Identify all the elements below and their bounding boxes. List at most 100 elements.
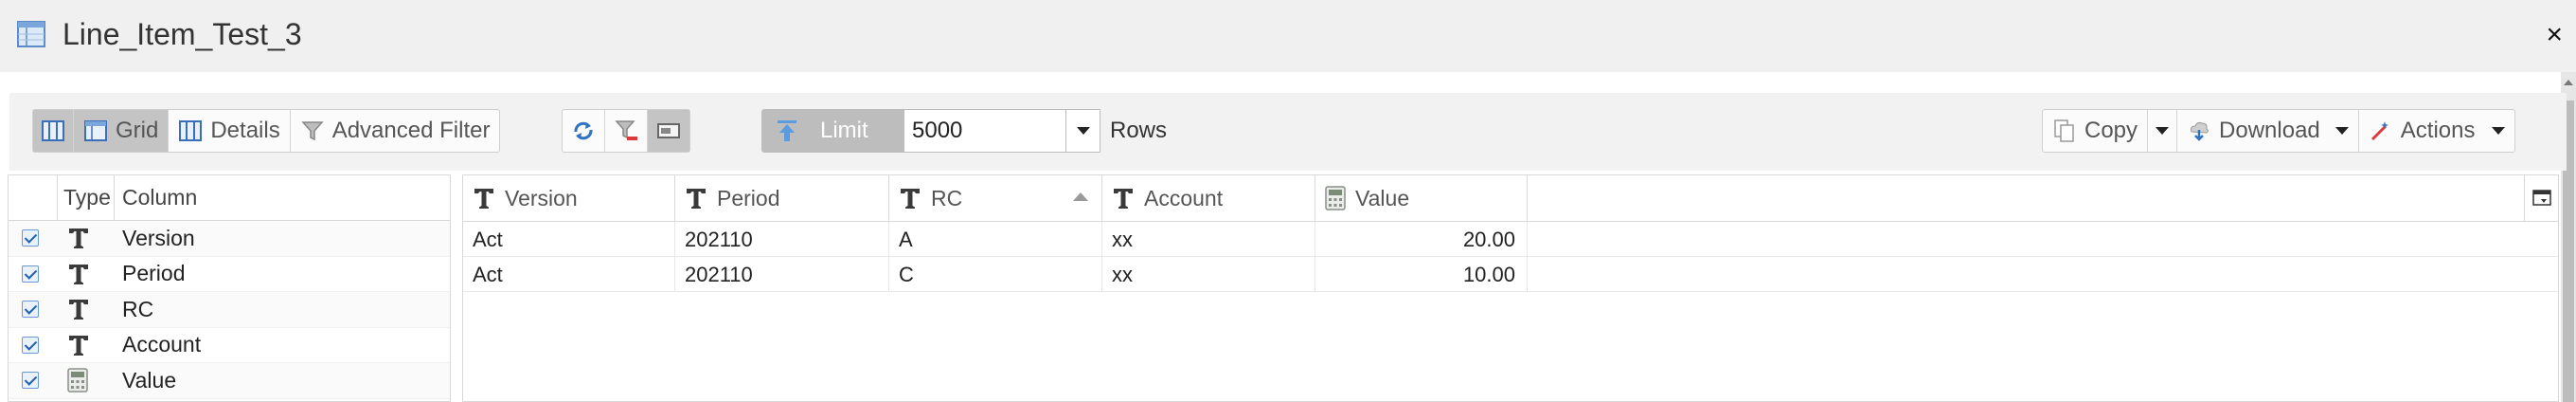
title-bar: Line_Item_Test_3 × xyxy=(0,0,2576,72)
refresh-icon xyxy=(574,121,593,140)
scroll-up-arrow-icon[interactable] xyxy=(2564,80,2573,85)
refresh-button[interactable] xyxy=(563,110,605,152)
column-panel-header: Type Column xyxy=(9,175,450,221)
column-type-cell xyxy=(58,368,115,393)
text-type-icon xyxy=(69,335,88,356)
download-icon xyxy=(2191,121,2209,141)
grid-column-header-account[interactable]: Account xyxy=(1102,175,1315,221)
column-list-item[interactable]: Account xyxy=(9,328,450,363)
funnel-icon xyxy=(301,121,324,141)
grid-column-title: Account xyxy=(1144,185,1224,210)
table-cell-rc[interactable]: A xyxy=(889,222,1102,257)
column-list-item[interactable]: Period xyxy=(9,257,450,292)
download-button[interactable]: Download xyxy=(2177,110,2359,152)
clear-filter-button[interactable] xyxy=(605,110,648,152)
toolbar: Grid Details Advanced Filter Limit 5000 … xyxy=(9,93,2567,171)
grid-column-title: Version xyxy=(505,185,578,210)
column-list: Version Period RC Account Value xyxy=(9,221,450,399)
grid-column-menu-button[interactable] xyxy=(2524,175,2558,221)
export-actions-group: Copy Download Actions xyxy=(2042,109,2516,153)
column-name: Value xyxy=(122,367,177,393)
table-cell-value[interactable]: 20.00 xyxy=(1315,222,1528,257)
text-type-icon xyxy=(474,189,493,209)
table-cell-account[interactable]: xx xyxy=(1102,257,1315,292)
column-chooser-icon xyxy=(2531,190,2551,206)
data-grid: Version Period RC Account Value Act 20211… xyxy=(462,174,2559,402)
column-list-item[interactable]: Version xyxy=(9,221,450,257)
limit-dropdown[interactable] xyxy=(1066,109,1100,153)
grid-label: Grid xyxy=(116,118,159,143)
actions-label: Actions xyxy=(2400,118,2476,143)
column-type-cell xyxy=(58,333,115,357)
chevron-down-icon xyxy=(1076,127,1090,135)
column-type-cell xyxy=(58,297,115,321)
table-cell-period[interactable]: 202110 xyxy=(675,257,889,292)
advanced-filter-button[interactable]: Advanced Filter xyxy=(291,110,500,152)
table-cell-period[interactable]: 202110 xyxy=(675,222,889,257)
type-header: Type xyxy=(58,175,115,220)
grid-column-title: Value xyxy=(1355,185,1410,210)
copy-button[interactable]: Copy xyxy=(2043,110,2149,152)
column-type-cell xyxy=(58,226,115,250)
details-view-button[interactable]: Details xyxy=(169,110,291,152)
text-type-icon xyxy=(69,300,88,320)
column-visible-checkbox[interactable] xyxy=(22,301,39,319)
column-name: Version xyxy=(122,225,195,250)
table-cell-account[interactable]: xx xyxy=(1102,222,1315,257)
window-title: Line_Item_Test_3 xyxy=(63,17,302,51)
column-selector-panel: Type Column Version Period RC Account Va… xyxy=(8,174,451,402)
column-visible-checkbox[interactable] xyxy=(22,229,39,247)
limit-label: Limit xyxy=(820,118,868,143)
table-cell-rc[interactable]: C xyxy=(889,257,1102,292)
table-cell-value[interactable]: 10.00 xyxy=(1315,257,1528,292)
view-mode-group: Grid Details Advanced Filter xyxy=(32,109,501,153)
grid-column-header-rc[interactable]: RC xyxy=(889,175,1102,221)
grid-header: Version Period RC Account Value xyxy=(463,175,2558,222)
column-name: RC xyxy=(122,296,154,321)
grid-column-header-value[interactable]: Value xyxy=(1315,175,1528,221)
column-visible-checkbox[interactable] xyxy=(22,372,39,390)
panel-toggle-button[interactable] xyxy=(33,110,74,152)
column-name: Account xyxy=(122,332,202,357)
column-list-item[interactable]: RC xyxy=(9,292,450,328)
details-label: Details xyxy=(210,118,280,143)
table-row[interactable]: Act 202110 Axx 20.00 xyxy=(463,222,2558,257)
limit-input[interactable] xyxy=(903,109,1066,153)
clear-filter-icon xyxy=(615,120,637,140)
column-name: Period xyxy=(122,261,186,286)
column-visible-checkbox[interactable] xyxy=(22,336,39,354)
actions-button[interactable]: Actions xyxy=(2359,110,2515,152)
calculator-icon xyxy=(1325,186,1346,210)
grid-column-header-period[interactable]: Period xyxy=(675,175,889,221)
advanced-filter-label: Advanced Filter xyxy=(331,118,491,143)
limit-button[interactable]: Limit xyxy=(761,109,903,153)
close-button[interactable]: × xyxy=(2546,19,2563,51)
column-visible-checkbox[interactable] xyxy=(22,265,39,283)
grid-column-header-version[interactable]: Version xyxy=(463,175,675,221)
rows-label: Rows xyxy=(1110,118,1168,143)
details-icon xyxy=(179,120,203,141)
column-list-item[interactable]: Value xyxy=(9,363,450,399)
copy-dropdown-button[interactable] xyxy=(2148,110,2178,152)
grid-view-button[interactable]: Grid xyxy=(74,110,170,152)
table-row[interactable]: Act 202110 Cxx 10.00 xyxy=(463,257,2558,292)
table-window-icon xyxy=(17,21,45,47)
grid-column-title: Period xyxy=(717,185,780,210)
copy-icon xyxy=(2054,119,2074,142)
table-cell-version[interactable]: Act xyxy=(463,257,675,292)
limit-group: Limit Rows xyxy=(761,109,1167,153)
text-type-icon xyxy=(69,264,88,284)
copy-label: Copy xyxy=(2084,118,2138,143)
sort-ascending-icon xyxy=(1073,192,1088,201)
toggle-filter-bar-button[interactable] xyxy=(648,110,689,152)
filter-bar-icon xyxy=(657,123,680,138)
column-type-cell xyxy=(58,262,115,286)
select-all-header xyxy=(9,175,58,220)
text-type-icon xyxy=(901,189,920,209)
table-cell-version[interactable]: Act xyxy=(463,222,675,257)
text-type-icon xyxy=(69,228,88,249)
chevron-down-icon xyxy=(2156,127,2170,135)
chevron-down-icon xyxy=(2334,127,2349,135)
column-header: Column xyxy=(122,185,198,210)
limit-icon xyxy=(778,120,796,141)
